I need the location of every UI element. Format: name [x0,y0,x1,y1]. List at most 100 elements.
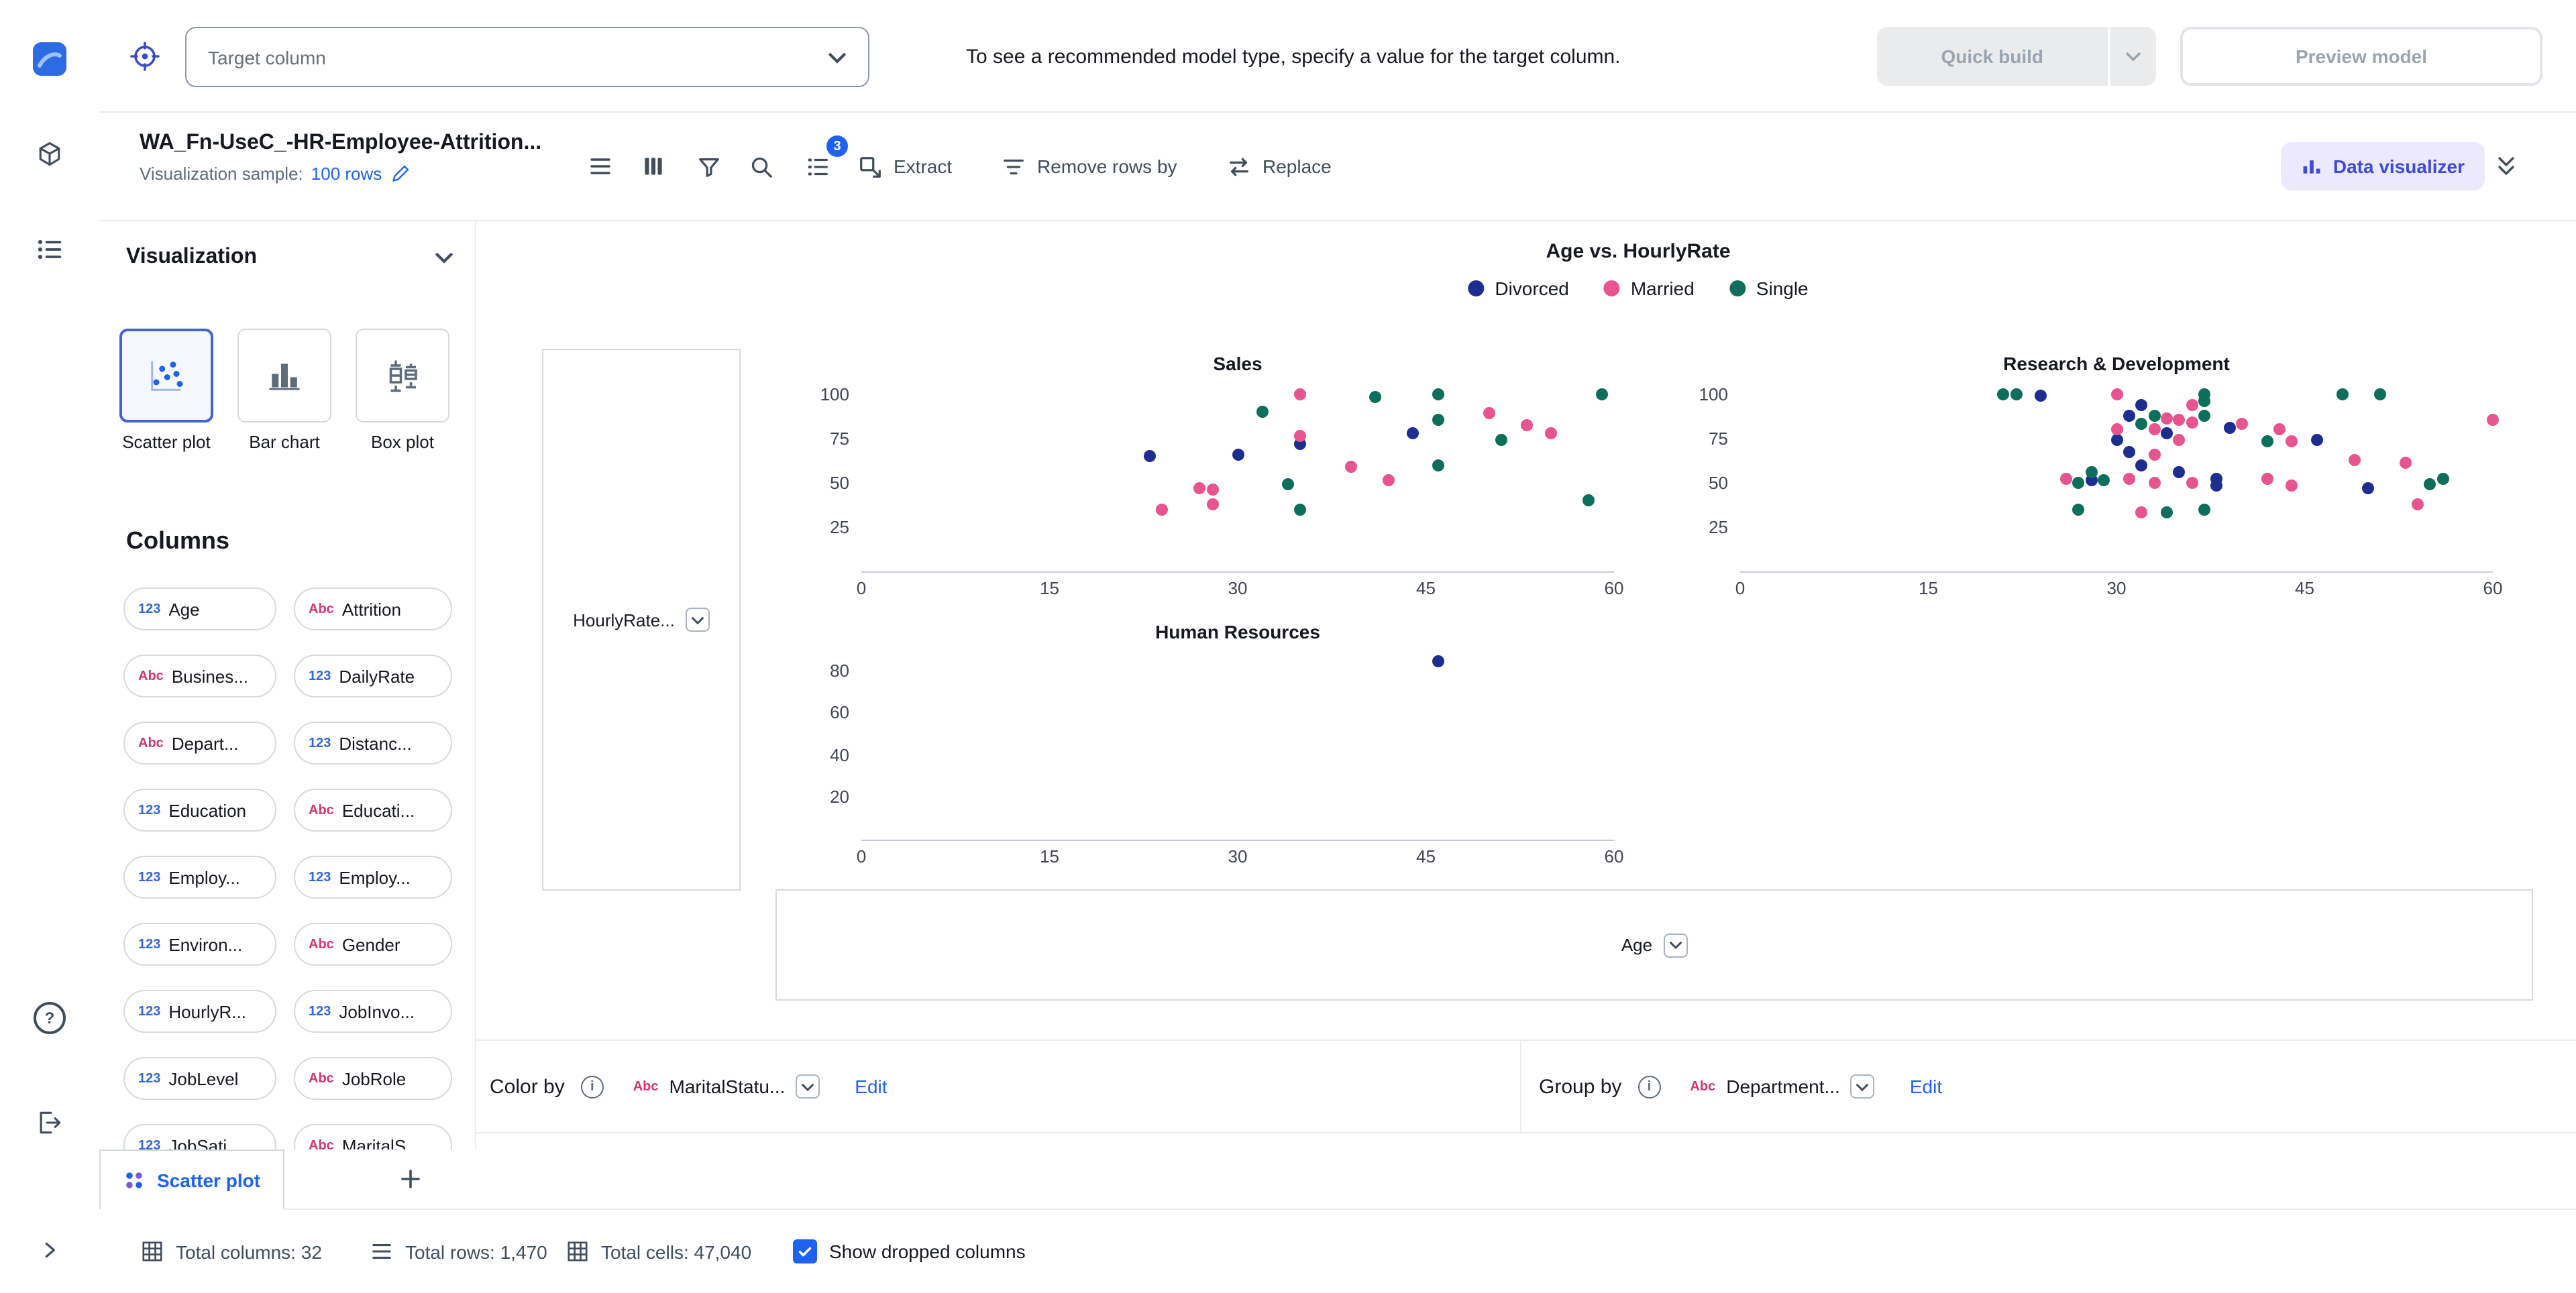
column-chip[interactable]: Abc Attrition [294,587,452,630]
x-tick-label: 60 [1604,578,1624,598]
column-chip[interactable]: 123 Employ... [123,856,276,899]
data-point [1495,434,1507,447]
column-chip[interactable]: 123 JobInvo... [294,990,452,1033]
data-point [2148,476,2161,489]
filter-icon[interactable] [687,145,730,188]
show-dropped-checkbox[interactable] [793,1239,817,1263]
remove-rows-icon [1004,158,1024,174]
add-tab-button[interactable] [396,1164,425,1194]
column-chip[interactable]: Abc Educati... [294,789,452,832]
x-axis-select[interactable]: Age [1621,933,1688,957]
column-chip[interactable]: Abc Busines... [123,655,276,697]
chart-type-label: Scatter plot [122,432,211,452]
preview-model-button[interactable]: Preview model [2180,27,2542,86]
data-point [2148,423,2161,436]
quick-build-dropdown[interactable] [2108,27,2156,86]
data-point [1369,391,1382,404]
collapse-double-chevron-icon[interactable] [2496,154,2517,178]
models-icon[interactable] [28,133,71,176]
replace-button[interactable]: Replace [1226,145,1332,188]
datasets-icon[interactable] [28,228,71,271]
total-rows-label: Total rows: 1,470 [405,1241,547,1262]
type-badge: Abc [309,602,334,616]
data-visualizer-button[interactable]: Data visualizer [2280,142,2485,190]
chevron-down-icon[interactable] [1663,933,1688,957]
search-icon[interactable] [739,145,782,188]
target-column-select[interactable]: Target column [185,27,869,87]
columns-list: 123 Age Abc Attrition Abc Busines... 123 DailyR… [123,587,462,1149]
column-chip-label: JobLevel [168,1068,239,1088]
legend-item[interactable]: Single [1729,278,1809,299]
quick-build-label[interactable]: Quick build [1876,27,2108,86]
subplot-title: Research & Development [2003,353,2230,374]
column-chip-label: Age [168,599,200,619]
color-by-select[interactable]: Abc MaritalStatu... [633,1074,820,1099]
remove-rows-button[interactable]: Remove rows by [1001,145,1177,188]
y-axis-select[interactable]: HourlyRate... [573,608,710,632]
column-chip[interactable]: 123 HourlyR... [123,990,276,1033]
chevron-down-icon[interactable] [796,1074,820,1099]
show-dropped-label[interactable]: Show dropped columns [829,1241,1026,1262]
columns-grid: 123 Age Abc Attrition Abc Busines... 123 DailyR… [123,587,462,1149]
remove-rows-label: Remove rows by [1037,156,1177,177]
data-point [2198,394,2210,407]
view-rows-icon[interactable] [578,145,621,188]
column-chip[interactable]: 123 JobLevel [123,1057,276,1100]
column-chip[interactable]: 123 Age [123,587,276,630]
chart-type-box[interactable]: Box plot [356,329,449,453]
group-by-edit-link[interactable]: Edit [1910,1076,1942,1097]
info-icon[interactable]: i [1638,1075,1661,1098]
data-point [2098,474,2110,487]
data-point [2311,434,2324,447]
steps-list-icon[interactable]: 3 [796,135,848,188]
x-axis-value: Age [1621,935,1653,955]
group-by-select[interactable]: Abc Department... [1690,1074,1875,1099]
y-axis-drop-zone[interactable]: HourlyRate... [542,349,741,891]
extract-button[interactable]: Extract [857,145,952,188]
legend-item[interactable]: Divorced [1468,278,1569,299]
help-icon[interactable]: ? [34,1002,66,1034]
x-tick-label: 60 [2483,578,2503,598]
column-chip[interactable]: Abc Gender [294,923,452,966]
y-tick-label: 20 [830,787,849,807]
data-point [2186,398,2198,411]
x-axis-drop-zone[interactable]: Age [775,889,2533,1001]
logout-icon[interactable] [28,1101,71,1144]
chart-type-bar[interactable]: Bar chart [237,329,331,453]
quick-build-button[interactable]: Quick build [1876,27,2156,86]
data-visualizer-label: Data visualizer [2332,156,2465,177]
legend-dot [1603,280,1620,296]
tab-scatter-plot[interactable]: Scatter plot [99,1149,285,1210]
column-chip[interactable]: 123 Environ... [123,923,276,966]
column-chip[interactable]: 123 JobSati... [123,1124,276,1149]
info-icon[interactable]: i [580,1075,604,1098]
view-columns-icon[interactable] [632,145,675,188]
column-chip-label: Distanc... [339,733,412,753]
collapse-chevron-icon[interactable] [435,251,453,264]
column-chip[interactable]: 123 Education [123,789,276,832]
chart-type-scatter[interactable]: Scatter plot [119,329,213,453]
edit-pencil-icon[interactable] [390,164,410,184]
chevron-down-icon [2125,52,2141,62]
color-by-value: MaritalStatu... [669,1076,786,1097]
subplot-hr: Human Resources 80 60 40 20 0 15 30 45 60 [830,621,1623,866]
column-chip[interactable]: 123 DailyRate [294,655,452,697]
controls-divider [1520,1041,1521,1132]
color-by-edit-link[interactable]: Edit [855,1076,887,1097]
subplot-title: Human Resources [1155,621,1320,642]
legend-dot [1468,280,1485,296]
expand-rail-chevron-icon[interactable] [28,1229,71,1272]
chevron-down-icon[interactable] [685,608,710,632]
legend-item[interactable]: Married [1603,278,1695,299]
column-chip[interactable]: 123 Employ... [294,856,452,899]
chevron-down-icon[interactable] [1850,1074,1875,1099]
column-chip[interactable]: Abc MaritalS... [294,1124,452,1149]
column-chip[interactable]: Abc Depart... [123,722,276,765]
y-tick-label: 50 [830,472,849,493]
column-chip[interactable]: 123 Distanc... [294,722,452,765]
sample-rows-value[interactable]: 100 rows [311,164,382,184]
data-point [2261,473,2273,486]
left-rail: ? [0,0,99,1293]
column-chip[interactable]: Abc JobRole [294,1057,452,1100]
canvas-logo-icon[interactable] [28,38,71,80]
